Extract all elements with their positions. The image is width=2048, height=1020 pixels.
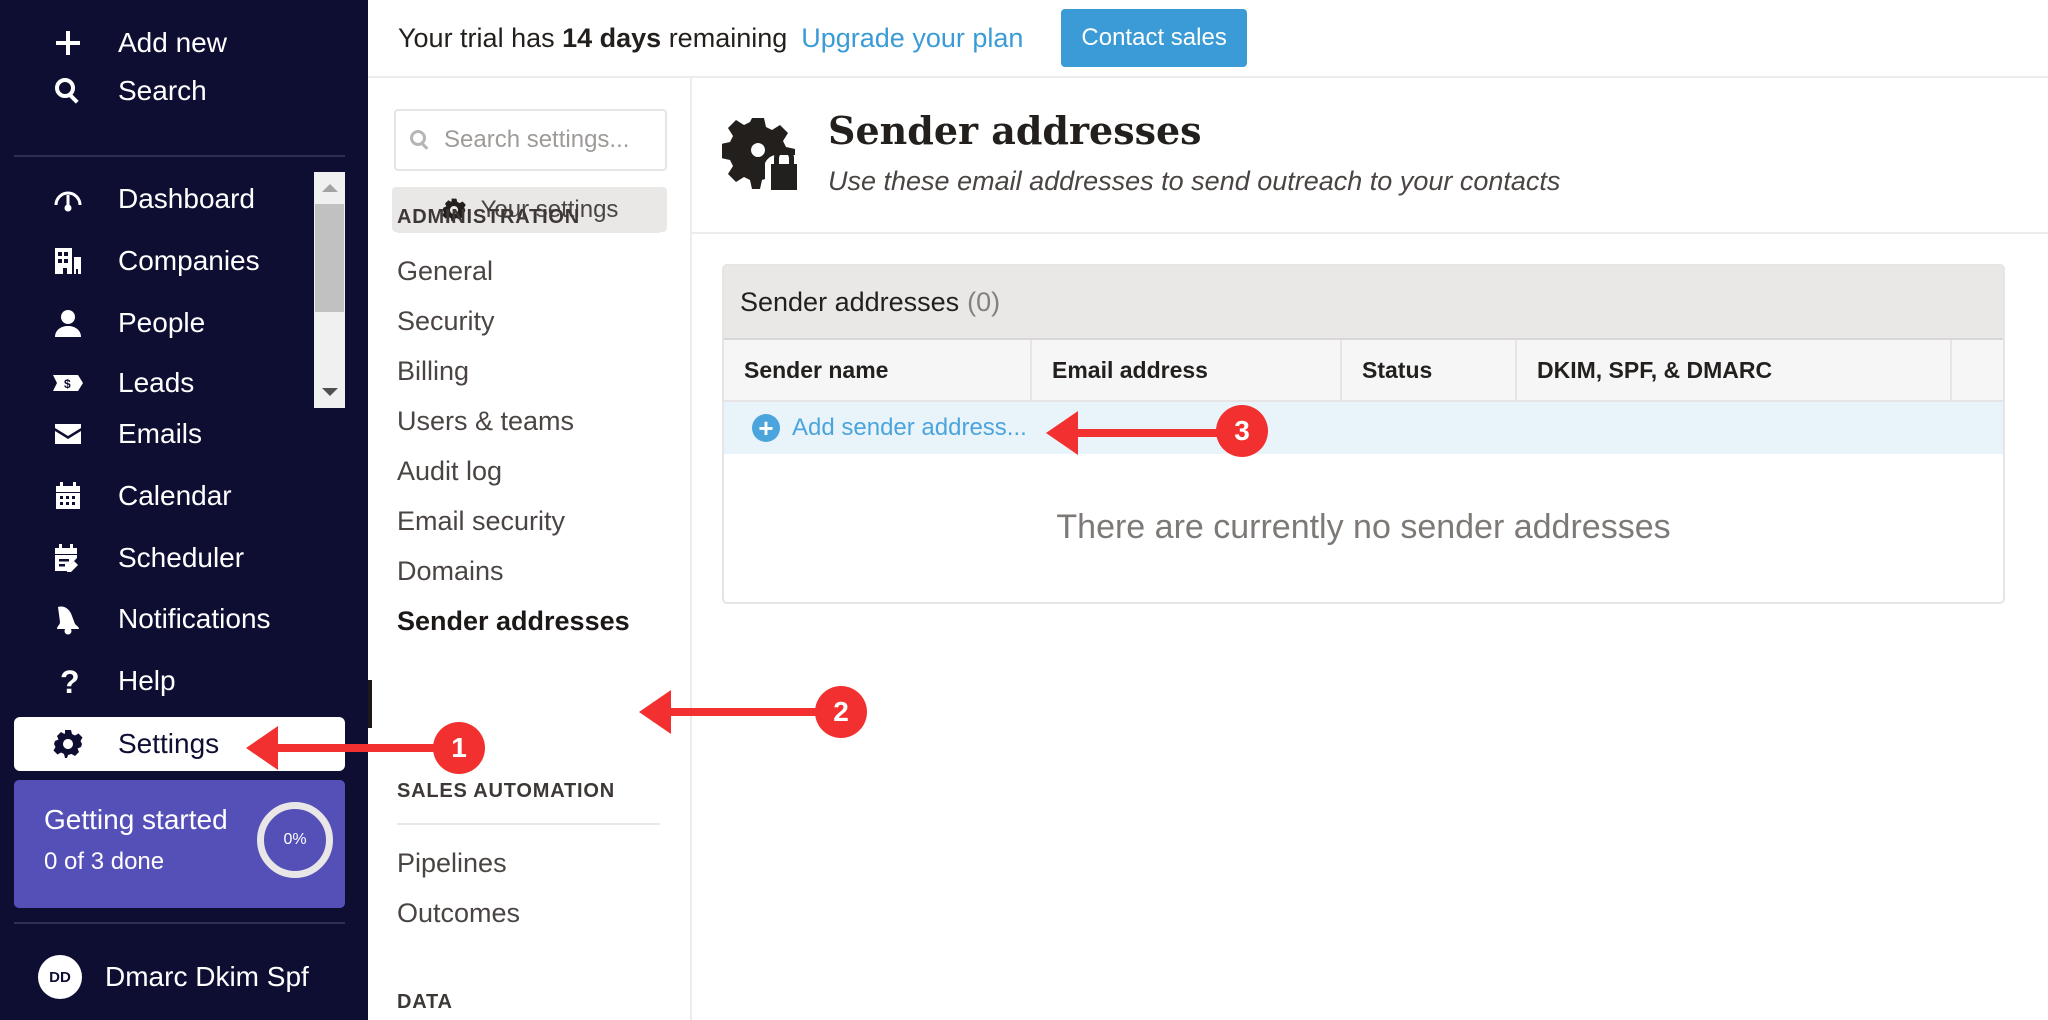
settings-item-security[interactable]: Security	[397, 306, 495, 337]
left-nav: Add new Search Dashboard Companies Peopl…	[0, 0, 368, 1020]
section-heading-data: DATA	[397, 991, 453, 1013]
gauge-icon	[44, 183, 92, 215]
settings-sidebar: Your settings ADMINISTRATION General Sec…	[368, 78, 692, 1020]
section-heading-sales-automation: SALES AUTOMATION	[397, 780, 615, 802]
main-content: Sender addresses Use these email address…	[692, 78, 2048, 1020]
envelope-icon	[44, 418, 92, 450]
question-icon: ?	[44, 665, 92, 697]
nav-notifications[interactable]: Notifications	[14, 592, 345, 646]
progress-ring: 0%	[257, 802, 333, 878]
panel-title: Sender addresses	[740, 286, 960, 317]
add-sender-address-label: Add sender address...	[792, 414, 1027, 441]
nav-search[interactable]: Search	[14, 64, 345, 118]
scroll-down-arrow[interactable]	[322, 388, 338, 396]
settings-item-audit-log[interactable]: Audit log	[397, 456, 502, 487]
user-menu[interactable]: DD Dmarc Dkim Spf	[14, 950, 345, 1004]
nav-label: Companies	[118, 245, 260, 276]
svg-text:$: $	[64, 377, 71, 391]
column-header-dkim-spf-dmarc[interactable]: DKIM, SPF, & DMARC	[1517, 340, 1952, 400]
panel-header: Sender addresses (0)	[724, 266, 2003, 340]
nav-divider	[14, 155, 345, 157]
empty-state-message: There are currently no sender addresses	[1056, 507, 1671, 546]
settings-item-pipelines[interactable]: Pipelines	[397, 848, 507, 879]
settings-item-sender-addresses[interactable]: Sender addresses	[397, 606, 630, 637]
settings-item-email-security[interactable]: Email security	[397, 506, 565, 537]
contact-sales-button[interactable]: Contact sales	[1061, 9, 1247, 67]
page-title: Sender addresses	[828, 108, 1202, 153]
nav-dashboard[interactable]: Dashboard	[14, 172, 345, 226]
section-divider	[397, 823, 660, 825]
nav-label: Dashboard	[118, 183, 255, 214]
settings-item-billing[interactable]: Billing	[397, 356, 469, 387]
search-icon	[44, 75, 92, 107]
page-header: Sender addresses Use these email address…	[692, 78, 2048, 234]
nav-add-new[interactable]: Add new	[14, 16, 345, 70]
nav-scheduler[interactable]: Scheduler	[14, 531, 345, 585]
svg-text:?: ?	[60, 665, 80, 697]
bell-icon	[44, 603, 92, 635]
settings-item-general[interactable]: General	[397, 256, 493, 287]
settings-search-input[interactable]	[444, 126, 659, 154]
nav-calendar[interactable]: Calendar	[14, 469, 345, 523]
nav-leads[interactable]: $ Leads	[14, 356, 345, 410]
nav-people[interactable]: People	[14, 296, 345, 350]
panel-count: (0)	[967, 286, 1001, 317]
column-header-actions	[1952, 340, 2003, 400]
trial-suffix: remaining	[661, 22, 788, 53]
settings-item-users-teams[interactable]: Users & teams	[397, 406, 574, 437]
gear-lock-icon	[722, 118, 797, 190]
settings-item-domains[interactable]: Domains	[397, 556, 504, 587]
ticket-dollar-icon: $	[44, 367, 92, 399]
nav-label: Calendar	[118, 480, 232, 511]
getting-started-progress-text: 0 of 3 done	[44, 848, 165, 875]
nav-scrollbar[interactable]	[314, 172, 345, 408]
gear-icon	[44, 728, 92, 760]
building-icon	[44, 245, 92, 277]
section-divider	[397, 231, 660, 233]
nav-label: Notifications	[118, 603, 271, 634]
nav-label: People	[118, 307, 206, 338]
nav-label: Help	[118, 665, 176, 696]
settings-search-box[interactable]	[394, 109, 667, 171]
column-header-email-address[interactable]: Email address	[1032, 340, 1342, 400]
nav-label: Leads	[118, 367, 195, 398]
search-icon	[410, 130, 429, 150]
sender-addresses-panel: Sender addresses (0) Sender name Email a…	[722, 264, 2005, 604]
scroll-up-arrow[interactable]	[322, 184, 338, 192]
plus-icon	[44, 27, 92, 59]
upgrade-plan-link[interactable]: Upgrade your plan	[801, 23, 1023, 54]
trial-days: 14 days	[562, 22, 662, 53]
getting-started-title: Getting started	[44, 804, 228, 835]
calendar-edit-icon	[44, 542, 92, 574]
nav-divider	[14, 922, 345, 924]
nav-companies[interactable]: Companies	[14, 234, 345, 288]
nav-label: Search	[118, 75, 207, 106]
active-item-marker	[368, 680, 372, 728]
progress-percent: 0%	[283, 831, 307, 848]
avatar: DD	[38, 955, 82, 999]
getting-started-card[interactable]: Getting started 0 of 3 done 0%	[14, 780, 345, 908]
nav-label: Scheduler	[118, 542, 245, 573]
nav-label: Settings	[118, 728, 220, 759]
nav-emails[interactable]: Emails	[14, 407, 345, 461]
nav-help[interactable]: ? Help	[14, 654, 345, 708]
calendar-icon	[44, 480, 92, 512]
nav-label: Emails	[118, 418, 203, 449]
nav-label: Add new	[118, 27, 227, 58]
add-sender-address-button[interactable]: + Add sender address...	[724, 402, 2003, 454]
column-header-status[interactable]: Status	[1342, 340, 1517, 400]
trial-prefix: Your trial has	[398, 22, 563, 53]
trial-message: Your trial has 14 days remaining	[398, 23, 787, 54]
person-icon	[44, 307, 92, 339]
settings-item-outcomes[interactable]: Outcomes	[397, 898, 520, 929]
nav-settings[interactable]: Settings	[14, 717, 345, 771]
trial-banner: Your trial has 14 days remaining Upgrade…	[368, 0, 2048, 78]
page-subtitle: Use these email addresses to send outrea…	[828, 166, 1561, 196]
section-heading-administration: ADMINISTRATION	[397, 206, 581, 228]
plus-circle-icon: +	[752, 414, 780, 442]
table-header: Sender name Email address Status DKIM, S…	[724, 340, 2003, 402]
scroll-thumb[interactable]	[315, 204, 344, 312]
column-header-sender-name[interactable]: Sender name	[724, 340, 1032, 400]
user-name: Dmarc Dkim Spf	[105, 961, 309, 992]
